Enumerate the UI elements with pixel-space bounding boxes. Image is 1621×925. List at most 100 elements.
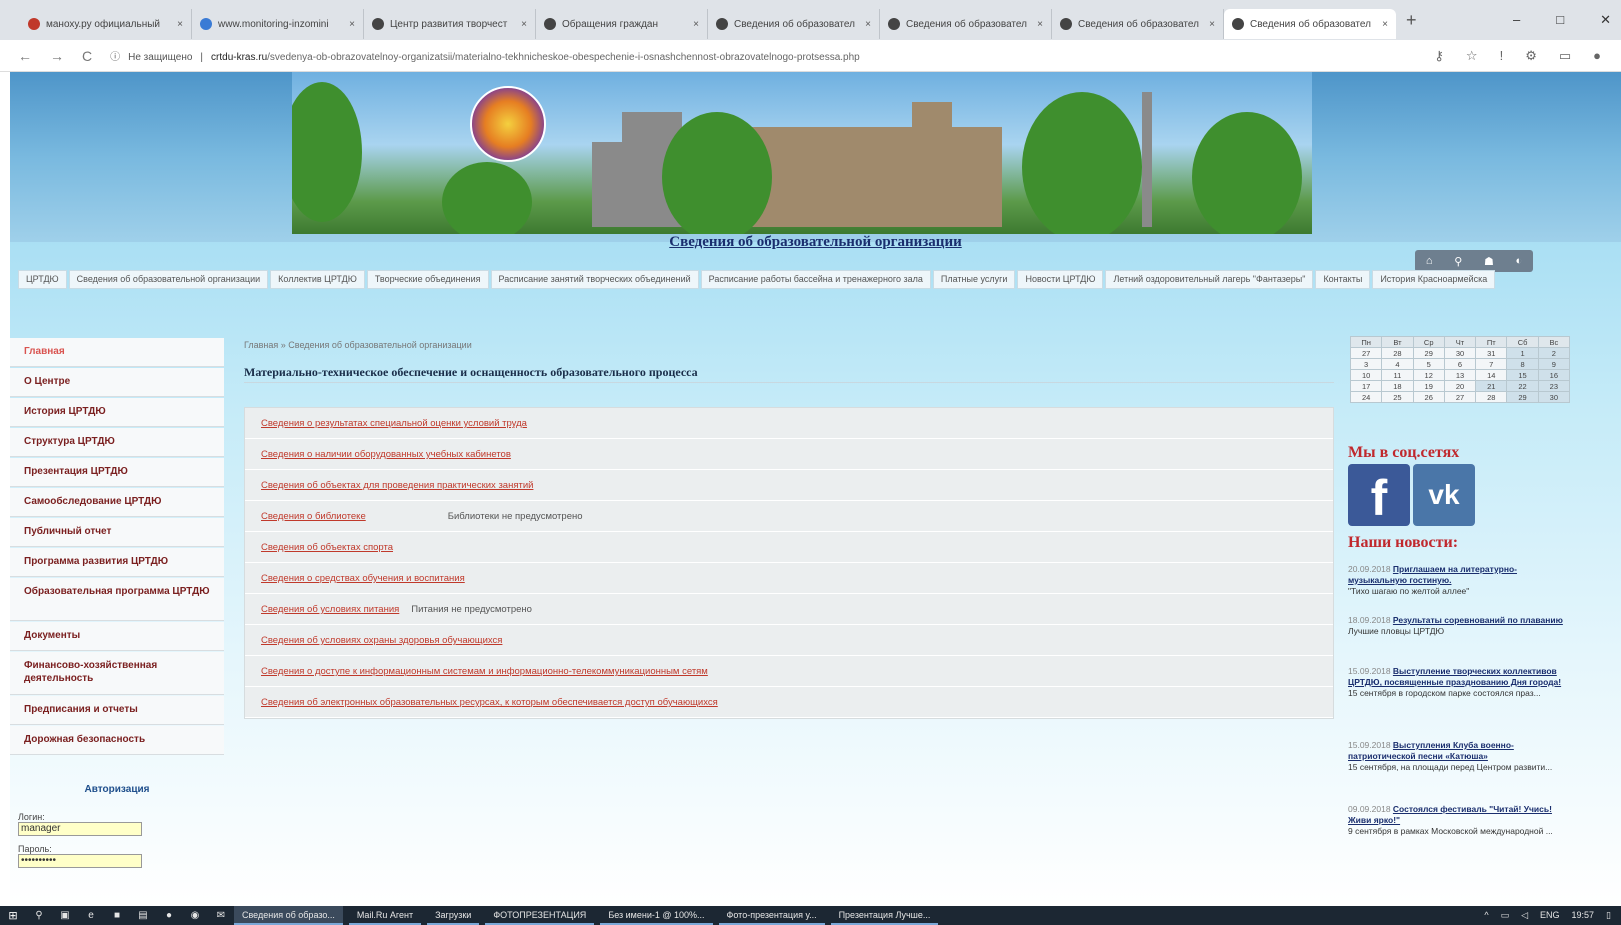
- calendar-day[interactable]: 10: [1349, 369, 1383, 381]
- top-menu-item[interactable]: Творческие объединения: [366, 270, 489, 289]
- forward-button[interactable]: →: [50, 48, 64, 64]
- mail-icon[interactable]: ✉: [208, 910, 234, 921]
- account-icon[interactable]: ●: [1593, 48, 1601, 64]
- close-tab-icon[interactable]: ×: [349, 19, 355, 30]
- login-field[interactable]: manager: [18, 822, 142, 836]
- taskbar-task[interactable]: Сведения об образо...: [234, 906, 343, 925]
- calendar-day[interactable]: 9: [1537, 358, 1571, 370]
- extension-icon[interactable]: !: [1500, 48, 1504, 64]
- calendar-day[interactable]: 27: [1349, 347, 1383, 359]
- task-view-icon[interactable]: ▣: [52, 910, 78, 921]
- taskbar-task[interactable]: Презентация Лучше...: [830, 906, 939, 925]
- document-link[interactable]: Сведения о доступе к информационным сист…: [261, 666, 708, 677]
- browser-tab-active[interactable]: Сведения об образовател ×: [1224, 9, 1396, 39]
- sidebar-item[interactable]: Публичный отчет: [10, 518, 224, 547]
- calendar-day[interactable]: 5: [1412, 358, 1445, 370]
- top-menu-item[interactable]: Коллектив ЦРТДЮ: [270, 270, 365, 289]
- news-title-link[interactable]: Результаты соревнований по плаванию: [1393, 615, 1563, 625]
- contrast-icon[interactable]: ◐: [1516, 255, 1523, 267]
- close-tab-icon[interactable]: ×: [693, 19, 699, 30]
- calendar-day[interactable]: 14: [1475, 369, 1508, 381]
- calendar-day[interactable]: 29: [1506, 391, 1539, 403]
- taskbar-task[interactable]: Mail.Ru Агент: [348, 906, 422, 925]
- calendar-day[interactable]: 8: [1506, 358, 1539, 370]
- facebook-icon[interactable]: f: [1348, 464, 1410, 526]
- document-link[interactable]: Сведения об объектах для проведения прак…: [261, 480, 533, 491]
- taskbar-task[interactable]: ФОТОПРЕЗЕНТАЦИЯ: [485, 906, 595, 925]
- document-link[interactable]: Сведения о средствах обучения и воспитан…: [261, 573, 465, 584]
- minimize-button[interactable]: –: [1513, 12, 1520, 28]
- password-field[interactable]: ••••••••••: [18, 854, 142, 868]
- calendar-day[interactable]: 20: [1443, 380, 1477, 392]
- extension-icon[interactable]: ▭: [1559, 48, 1571, 64]
- close-tab-icon[interactable]: ×: [865, 19, 871, 30]
- calendar-day[interactable]: 31: [1475, 347, 1508, 359]
- browser-tab[interactable]: www.monitoring-inzomini ×: [192, 9, 364, 39]
- sidebar-item[interactable]: Образовательная программа ЦРТДЮ: [10, 578, 224, 621]
- document-link[interactable]: Сведения об электронных образовательных …: [261, 697, 718, 708]
- reload-button[interactable]: C: [82, 48, 92, 64]
- top-menu-item[interactable]: Летний оздоровительный лагерь "Фантазеры…: [1105, 270, 1314, 289]
- calendar-day[interactable]: 7: [1475, 358, 1508, 370]
- calendar-day[interactable]: 4: [1381, 358, 1414, 370]
- taskbar-task[interactable]: Фото-презентация у...: [718, 906, 825, 925]
- info-icon[interactable]: ⓘ: [110, 52, 120, 63]
- close-window-button[interactable]: ✕: [1600, 12, 1611, 28]
- calendar-day[interactable]: 21: [1475, 380, 1508, 392]
- sidebar-item[interactable]: Структура ЦРТДЮ: [10, 428, 224, 457]
- calendar-day[interactable]: 12: [1412, 369, 1445, 381]
- calendar-day[interactable]: 3: [1349, 358, 1383, 370]
- top-menu-item[interactable]: Платные услуги: [932, 270, 1016, 289]
- calendar-day[interactable]: 23: [1537, 380, 1571, 392]
- clock[interactable]: 19:57: [1572, 910, 1595, 921]
- close-tab-icon[interactable]: ×: [521, 19, 527, 30]
- store-icon[interactable]: ■: [104, 910, 130, 921]
- star-icon[interactable]: ☆: [1466, 48, 1478, 64]
- taskbar-task[interactable]: Без имени-1 @ 100%...: [600, 906, 713, 925]
- document-link[interactable]: Сведения об условиях охраны здоровья обу…: [261, 635, 502, 646]
- top-menu-item[interactable]: Расписание занятий творческих объединени…: [490, 270, 699, 289]
- site-title[interactable]: Сведения об образовательной организации: [10, 234, 1621, 251]
- document-link[interactable]: Сведения о наличии оборудованных учебных…: [261, 449, 511, 460]
- search-icon[interactable]: ⚲: [26, 910, 52, 921]
- taskbar-task[interactable]: Загрузки: [427, 906, 480, 925]
- close-tab-icon[interactable]: ×: [177, 19, 183, 30]
- calendar-day[interactable]: 25: [1381, 391, 1414, 403]
- back-button[interactable]: ←: [18, 48, 32, 64]
- sidebar-item[interactable]: Финансово-хозяйственная деятельность: [10, 652, 224, 695]
- browser-tab[interactable]: Центр развития творчест ×: [364, 9, 536, 39]
- document-link[interactable]: Сведения о библиотеке: [261, 511, 366, 522]
- sidebar-item[interactable]: Программа развития ЦРТДЮ: [10, 548, 224, 577]
- sitemap-icon[interactable]: ☗: [1484, 255, 1494, 268]
- browser-tab[interactable]: Сведения об образовател ×: [708, 9, 880, 39]
- chrome-icon[interactable]: ◉: [182, 910, 208, 921]
- breadcrumb[interactable]: Главная » Сведения об образовательной ор…: [244, 340, 472, 350]
- network-icon[interactable]: ▭: [1501, 910, 1510, 921]
- calendar-day[interactable]: 27: [1443, 391, 1477, 403]
- document-link[interactable]: Сведения об условиях питания: [261, 604, 399, 615]
- close-tab-icon[interactable]: ×: [1037, 19, 1043, 30]
- top-menu-item[interactable]: Сведения об образовательной организации: [68, 270, 269, 289]
- windows-start-icon[interactable]: ⊞: [0, 909, 26, 922]
- top-menu-item[interactable]: Новости ЦРТДЮ: [1017, 270, 1104, 289]
- sidebar-item[interactable]: Дорожная безопасность: [10, 726, 224, 755]
- firefox-icon[interactable]: ●: [156, 910, 182, 921]
- sidebar-item[interactable]: Предписания и отчеты: [10, 696, 224, 725]
- sidebar-item[interactable]: История ЦРТДЮ: [10, 398, 224, 427]
- calendar-day[interactable]: 28: [1381, 347, 1414, 359]
- new-tab-button[interactable]: +: [1406, 10, 1417, 31]
- maximize-button[interactable]: □: [1556, 12, 1564, 28]
- close-tab-icon[interactable]: ×: [1382, 19, 1388, 30]
- top-menu-item[interactable]: Расписание работы бассейна и тренажерног…: [700, 270, 931, 289]
- calendar-day[interactable]: 16: [1537, 369, 1571, 381]
- extension-icon[interactable]: ⚙: [1525, 48, 1537, 64]
- sidebar-item[interactable]: Документы: [10, 622, 224, 651]
- calendar-day[interactable]: 18: [1381, 380, 1414, 392]
- sidebar-item[interactable]: Самообследование ЦРТДЮ: [10, 488, 224, 517]
- calendar-day[interactable]: 30: [1537, 391, 1571, 403]
- calendar-day[interactable]: 30: [1443, 347, 1477, 359]
- calendar-day[interactable]: 19: [1412, 380, 1445, 392]
- close-tab-icon[interactable]: ×: [1209, 19, 1215, 30]
- sidebar-item[interactable]: Презентация ЦРТДЮ: [10, 458, 224, 487]
- key-icon[interactable]: ⚷: [1434, 48, 1444, 64]
